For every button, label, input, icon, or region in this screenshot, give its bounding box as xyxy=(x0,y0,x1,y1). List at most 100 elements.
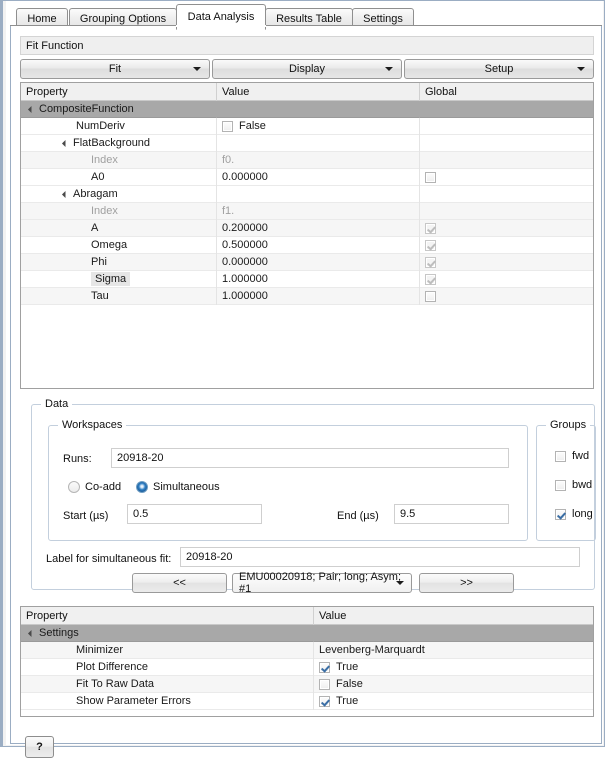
tabstrip-underline xyxy=(10,25,602,26)
cell-value[interactable]: 1.000000 xyxy=(216,288,419,304)
table-row[interactable]: A 0.200000 xyxy=(21,220,593,237)
table-row[interactable]: Abragam xyxy=(21,186,593,203)
group-checkbox-fwd[interactable]: fwd xyxy=(549,448,589,464)
table-row[interactable]: Sigma 1.000000 xyxy=(21,271,593,288)
table-row[interactable]: A0 0.000000 xyxy=(21,169,593,186)
simultaneous-fit-label: Label for simultaneous fit: xyxy=(46,553,172,565)
cell-global[interactable] xyxy=(419,118,593,134)
expander-triangle-icon[interactable] xyxy=(27,629,36,637)
table-row[interactable]: Minimizer Levenberg-Marquardt xyxy=(21,642,593,659)
cell-global[interactable] xyxy=(419,169,593,185)
table-row[interactable]: NumDeriv False xyxy=(21,118,593,135)
next-workspace-button[interactable]: >> xyxy=(419,573,514,593)
cell-global[interactable] xyxy=(419,271,593,287)
tree-group-header-row[interactable]: CompositeFunction xyxy=(21,101,593,118)
chevron-down-icon xyxy=(193,67,201,71)
previous-workspace-button[interactable]: << xyxy=(132,573,227,593)
property-name: Index xyxy=(91,154,118,166)
cell-global[interactable] xyxy=(419,186,593,202)
cell-global[interactable] xyxy=(419,152,593,168)
table-row[interactable]: Index f1. xyxy=(21,203,593,220)
table-row[interactable]: Omega 0.500000 xyxy=(21,237,593,254)
cell-global[interactable] xyxy=(419,101,593,117)
group-checkbox-bwd[interactable]: bwd xyxy=(549,477,592,493)
groups-groupbox-title: Groups xyxy=(546,419,591,431)
expander-triangle-icon[interactable] xyxy=(27,105,36,113)
table-row[interactable]: Phi 0.000000 xyxy=(21,254,593,271)
fit-menu-button[interactable]: Fit xyxy=(20,59,210,79)
cell-value[interactable]: f1. xyxy=(216,203,419,219)
radio-co-add-indicator[interactable] xyxy=(68,481,80,493)
checkbox-indicator[interactable] xyxy=(425,239,436,251)
cell-value[interactable]: Levenberg-Marquardt xyxy=(313,642,593,658)
display-menu-button[interactable]: Display xyxy=(212,59,402,79)
checkbox-indicator[interactable] xyxy=(555,450,566,462)
cell-property: Plot Difference xyxy=(21,659,313,675)
value-text: False xyxy=(336,678,363,690)
cell-value[interactable]: 0.000000 xyxy=(216,254,419,270)
checkbox-indicator[interactable] xyxy=(425,256,436,268)
table-row[interactable]: FlatBackground xyxy=(21,135,593,152)
cell-value[interactable]: f0. xyxy=(216,152,419,168)
value-text: 0.000000 xyxy=(222,256,268,268)
table-row[interactable]: Index f0. xyxy=(21,152,593,169)
expander-triangle-icon[interactable] xyxy=(61,190,70,198)
cell-global[interactable] xyxy=(419,135,593,151)
cell-value[interactable] xyxy=(216,186,419,202)
active-tab-underline-mask xyxy=(176,25,266,27)
group-checkbox-long[interactable]: long xyxy=(549,506,593,522)
cell-value[interactable]: 0.000000 xyxy=(216,169,419,185)
table-row[interactable]: Show Parameter Errors True xyxy=(21,693,593,710)
cell-global[interactable] xyxy=(419,288,593,304)
checkbox-indicator[interactable] xyxy=(319,678,330,690)
simultaneous-fit-label-input[interactable]: 20918-20 xyxy=(180,547,580,567)
groups-groupbox: Groups fwd bwd long xyxy=(536,419,596,541)
cell-value[interactable] xyxy=(216,135,419,151)
end-time-input[interactable]: 9.5 xyxy=(394,504,509,524)
checkbox-indicator[interactable] xyxy=(425,171,436,183)
cell-value[interactable] xyxy=(313,625,593,641)
checkbox-indicator[interactable] xyxy=(425,290,436,302)
tab-label: Results Table xyxy=(276,12,342,25)
cell-value[interactable]: True xyxy=(313,693,593,709)
cell-property: Show Parameter Errors xyxy=(21,693,313,709)
table-row[interactable]: Fit To Raw Data False xyxy=(21,676,593,693)
workspace-selector-combobox[interactable]: EMU00020918; Pair; long; Asym; #1 xyxy=(232,571,412,595)
checkbox-indicator[interactable] xyxy=(222,120,233,132)
settings-column-header-property: Property xyxy=(26,610,68,622)
checkbox-indicator[interactable] xyxy=(319,661,330,673)
checkbox-indicator[interactable] xyxy=(555,508,566,520)
cell-value[interactable]: 0.200000 xyxy=(216,220,419,236)
cell-value[interactable] xyxy=(216,101,419,117)
cell-value[interactable]: 0.500000 xyxy=(216,237,419,253)
cell-global[interactable] xyxy=(419,203,593,219)
runs-input[interactable]: 20918-20 xyxy=(111,448,509,468)
table-row[interactable]: Plot Difference True xyxy=(21,659,593,676)
fit-function-property-tree[interactable]: Property Value Global CompositeFunction N… xyxy=(20,82,594,389)
radio-simultaneous-indicator[interactable] xyxy=(136,481,148,493)
tree-group-header-row[interactable]: Settings xyxy=(21,625,593,642)
help-button[interactable]: ? xyxy=(25,736,54,758)
cell-global[interactable] xyxy=(419,237,593,253)
checkbox-indicator[interactable] xyxy=(319,695,330,707)
cell-value[interactable]: True xyxy=(313,659,593,675)
checkbox-indicator[interactable] xyxy=(555,479,566,491)
start-time-input[interactable]: 0.5 xyxy=(127,504,262,524)
checkbox-indicator[interactable] xyxy=(425,273,436,285)
setup-menu-button[interactable]: Setup xyxy=(404,59,594,79)
cell-value[interactable]: 1.000000 xyxy=(216,271,419,287)
cell-global[interactable] xyxy=(419,254,593,270)
cell-value[interactable]: False xyxy=(216,118,419,134)
value-text: 0.200000 xyxy=(222,222,268,234)
fit-settings-property-table[interactable]: Property Value Settings Minimizer Levenber… xyxy=(20,606,594,717)
radio-simultaneous[interactable]: Simultaneous xyxy=(131,479,220,495)
radio-co-add[interactable]: Co-add xyxy=(63,479,121,495)
cell-property: A0 xyxy=(21,169,216,185)
expander-triangle-icon[interactable] xyxy=(61,139,70,147)
cell-global[interactable] xyxy=(419,220,593,236)
tab-label: Data Analysis xyxy=(187,11,255,23)
table-row[interactable]: Tau 1.000000 xyxy=(21,288,593,305)
checkbox-indicator[interactable] xyxy=(425,222,436,234)
cell-value[interactable]: False xyxy=(313,676,593,692)
cell-property: Abragam xyxy=(21,186,216,202)
